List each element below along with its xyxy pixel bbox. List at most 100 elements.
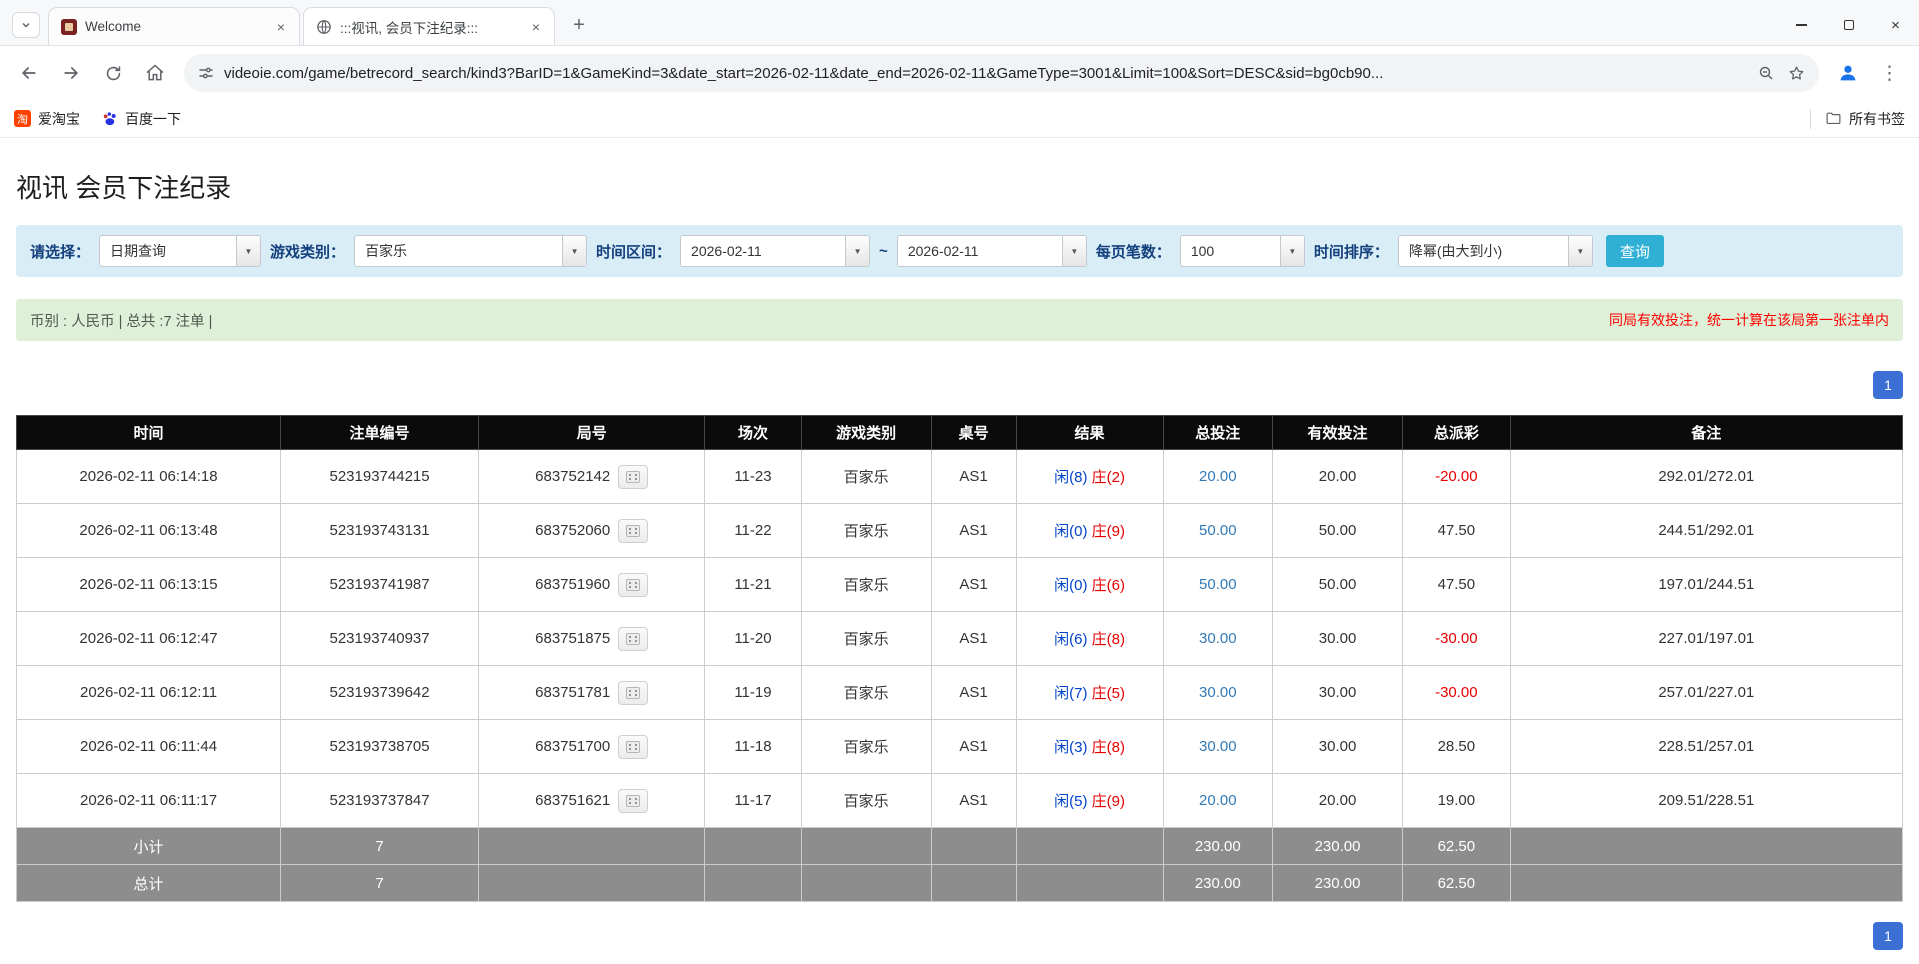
cell-bet-id: 523193744215 — [280, 449, 480, 504]
table-body: 2026-02-11 06:14:18 523193744215 6837521… — [15, 449, 1904, 828]
home-icon — [146, 64, 164, 81]
header-round: 局号 — [478, 415, 706, 450]
cell-payout: -20.00 — [1402, 449, 1511, 504]
home-button[interactable] — [136, 54, 174, 92]
player-result: 闲(8) — [1054, 469, 1088, 486]
cell-game: 百家乐 — [800, 557, 932, 612]
forward-arrow-icon — [64, 67, 79, 79]
search-button[interactable]: 查询 — [1605, 235, 1664, 267]
bookmarks-bar: 淘 爱淘宝 百度一下 所有书签 — [0, 100, 1919, 138]
page-number-button[interactable]: 1 — [1873, 371, 1903, 399]
tab-welcome[interactable]: Welcome × — [48, 7, 300, 45]
maximize-button[interactable] — [1825, 6, 1872, 44]
cell-time: 2026-02-11 06:12:47 — [15, 611, 282, 666]
table-header-row: 时间 注单编号 局号 场次 游戏类别 桌号 结果 总投注 有效投注 总派彩 备注 — [15, 415, 1904, 450]
tab-betrecord[interactable]: :::视讯, 会员下注纪录::: × — [303, 7, 555, 45]
cell-total-bet: 20.00 — [1162, 773, 1273, 828]
roadmap-icon[interactable] — [618, 626, 649, 651]
per-page-dropdown[interactable]: 100 ▼ — [1179, 235, 1305, 267]
bookmark-star-icon[interactable] — [1788, 65, 1805, 82]
address-bar[interactable]: videoie.com/game/betrecord_search/kind3?… — [184, 54, 1819, 92]
table-row: 2026-02-11 06:13:15 523193741987 6837519… — [15, 557, 1904, 612]
cell-table: AS1 — [930, 719, 1017, 774]
bookmarks-divider — [1810, 108, 1811, 129]
cell-game: 百家乐 — [800, 449, 932, 504]
roadmap-icon[interactable] — [618, 518, 649, 543]
grand-total-label: 总计 — [15, 864, 282, 902]
bookmark-label: 爱淘宝 — [38, 110, 80, 127]
table-row: 2026-02-11 06:14:18 523193744215 6837521… — [15, 449, 1904, 504]
tab-search-chevron[interactable] — [12, 12, 40, 38]
bookmark-aitaobao[interactable]: 淘 爱淘宝 — [14, 109, 80, 129]
notice-text: 同局有效投注，统一计算在该局第一张注单内 — [1609, 312, 1889, 328]
cell-valid-bet: 20.00 — [1271, 449, 1404, 504]
back-button[interactable] — [10, 54, 48, 92]
new-tab-button[interactable]: + — [564, 10, 594, 40]
player-result: 闲(5) — [1054, 793, 1088, 810]
game-type-dropdown[interactable]: 百家乐 ▼ — [354, 235, 588, 267]
header-valid-bet: 有效投注 — [1271, 415, 1404, 450]
cell-payout: 47.50 — [1402, 503, 1511, 558]
menu-icon[interactable]: ⋮ — [1871, 54, 1909, 92]
round-number: 683751875 — [535, 630, 611, 647]
cell-note: 244.51/292.01 — [1509, 503, 1904, 558]
table-row: 2026-02-11 06:11:44 523193738705 6837517… — [15, 719, 1904, 774]
cell-game: 百家乐 — [800, 503, 932, 558]
cell-result: 闲(3) 庄(8) — [1015, 719, 1164, 774]
forward-button[interactable] — [52, 54, 90, 92]
cell-note: 292.01/272.01 — [1509, 449, 1904, 504]
chevron-down-icon — [22, 23, 30, 28]
sort-order-value: 降幂(由大到小) — [1408, 243, 1503, 259]
round-number: 683751700 — [535, 738, 611, 755]
chevron-down-icon: ▼ — [236, 236, 261, 266]
grand-total-count: 7 — [280, 864, 480, 902]
cell-result: 闲(8) 庄(2) — [1015, 449, 1164, 504]
welcome-favicon-icon — [61, 18, 77, 35]
minimize-button[interactable] — [1778, 6, 1825, 44]
cell-game: 百家乐 — [800, 719, 932, 774]
cell-valid-bet: 50.00 — [1271, 557, 1404, 612]
filter-label-range: 时间区间： — [596, 243, 672, 261]
grand-total-total-bet: 230.00 — [1162, 864, 1273, 902]
cell-total-bet: 50.00 — [1162, 503, 1273, 558]
round-number: 683751781 — [535, 684, 611, 701]
roadmap-icon[interactable] — [618, 680, 649, 705]
tab-title: :::视讯, 会员下注纪录::: — [340, 20, 479, 36]
chevron-down-icon: ▼ — [845, 236, 870, 266]
globe-icon — [316, 19, 332, 35]
banker-result: 庄(2) — [1091, 469, 1125, 486]
date-end-input[interactable]: 2026-02-11 ▼ — [896, 235, 1087, 267]
roadmap-icon[interactable] — [618, 788, 649, 813]
cell-time: 2026-02-11 06:11:17 — [15, 773, 282, 828]
roadmap-icon[interactable] — [618, 734, 649, 759]
player-result: 闲(6) — [1054, 631, 1088, 648]
tab-close-icon[interactable]: × — [271, 17, 291, 37]
cell-valid-bet: 50.00 — [1271, 503, 1404, 558]
back-arrow-icon — [21, 67, 36, 79]
cell-total-bet: 30.00 — [1162, 611, 1273, 666]
zoom-icon[interactable] — [1758, 65, 1774, 81]
cell-result: 闲(5) 庄(9) — [1015, 773, 1164, 828]
page-number-button[interactable]: 1 — [1873, 922, 1903, 950]
reload-button[interactable] — [94, 54, 132, 92]
roadmap-icon[interactable] — [618, 572, 649, 597]
site-info-icon[interactable] — [198, 65, 214, 81]
cell-round: 683751781 — [478, 665, 706, 720]
sort-order-dropdown[interactable]: 降幂(由大到小) ▼ — [1397, 235, 1593, 267]
roadmap-icon[interactable] — [618, 464, 649, 489]
bookmark-baidu[interactable]: 百度一下 — [102, 109, 181, 129]
all-bookmarks-button[interactable]: 所有书签 — [1825, 109, 1905, 129]
profile-avatar[interactable] — [1829, 54, 1867, 92]
query-type-dropdown[interactable]: 日期查询 ▼ — [99, 235, 262, 267]
range-separator: ~ — [879, 242, 888, 260]
reload-icon — [106, 65, 120, 80]
cell-valid-bet: 20.00 — [1271, 773, 1404, 828]
person-icon — [1840, 65, 1856, 81]
cell-round: 683752060 — [478, 503, 706, 558]
bet-records-table: 时间 注单编号 局号 场次 游戏类别 桌号 结果 总投注 有效投注 总派彩 备注… — [15, 415, 1904, 902]
tab-close-icon[interactable]: × — [526, 17, 546, 37]
close-button[interactable]: × — [1872, 6, 1919, 44]
cell-note: 209.51/228.51 — [1509, 773, 1904, 828]
date-start-input[interactable]: 2026-02-11 ▼ — [680, 235, 871, 267]
cell-note: 197.01/244.51 — [1509, 557, 1904, 612]
